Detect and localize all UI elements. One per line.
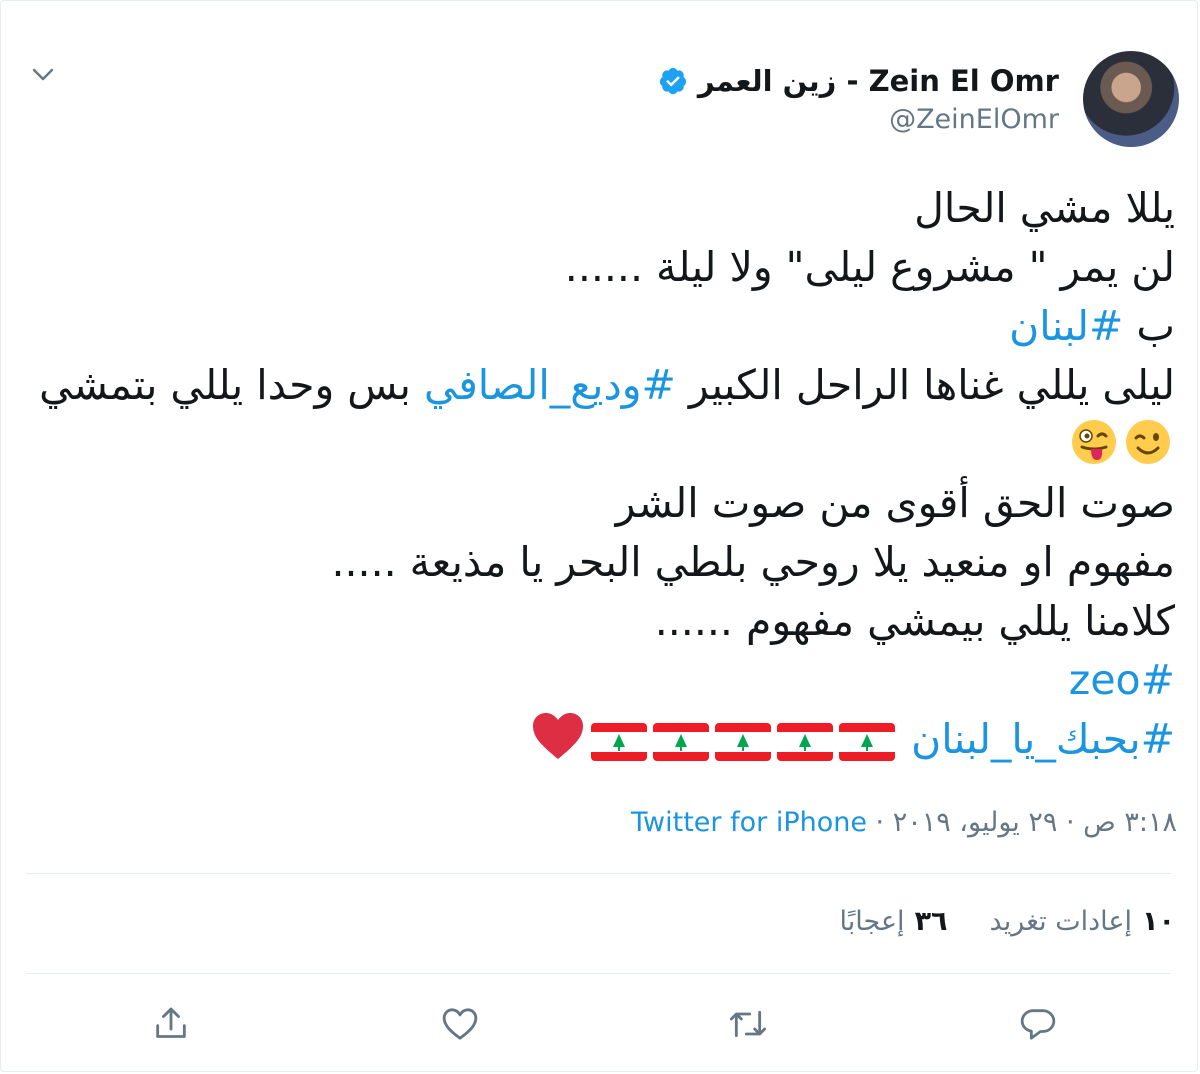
lebanon-flag-icon [839, 723, 896, 761]
chevron-down-icon[interactable] [29, 61, 57, 89]
lebanon-flag-icon [653, 723, 710, 761]
tweet-text-fragment: ليلى يللي غناها الراحل الكبير [688, 361, 1175, 409]
lebanon-flag-icon [591, 723, 648, 761]
tweet-line: #بحبك_يا_لبنان [25, 710, 1175, 769]
share-button[interactable] [146, 999, 196, 1049]
tweet-line: كلامنا يللي بيمشي مفهوم ...... [654, 597, 1175, 645]
reply-button[interactable] [1013, 999, 1063, 1049]
tweet-header: زين العمر - Zein El Omr @ZeinElOmr [658, 51, 1179, 147]
divider [27, 973, 1171, 974]
like-button[interactable] [435, 999, 485, 1049]
lebanon-flag-icons [588, 715, 898, 763]
tweet-line: يللا مشي الحال [914, 184, 1175, 232]
hashtag-link[interactable]: #لبنان [1009, 302, 1123, 350]
tweet-text: يللا مشي الحال لن يمر " مشروع ليلى" ولا … [25, 179, 1175, 769]
share-icon [156, 1007, 186, 1038]
tweet-card: زين العمر - Zein El Omr @ZeinElOmr يللا … [0, 0, 1198, 1072]
tweet-source-link[interactable]: Twitter for iPhone [631, 807, 867, 838]
likes-count: ٣٦ [914, 906, 948, 937]
tweet-line: ليلى يللي غناها الراحل الكبير #وديع_الصا… [25, 356, 1175, 474]
lebanon-flag-icon [715, 723, 772, 761]
heart-icon [442, 1008, 478, 1040]
tweet-line: لن يمر " مشروع ليلى" ولا ليلة ...... [564, 243, 1175, 291]
winking-face-icon [1126, 420, 1170, 464]
tweet-meta: ٣:١٨ ص · ٢٩ يوليو، ٢٠١٩ · Twitter for iP… [631, 807, 1177, 838]
tweet-line: مفهوم او منعيد يلا روحي بلطي البحر يا مذ… [331, 538, 1175, 586]
tweet-line: #zeo [25, 651, 1175, 710]
user-handle[interactable]: @ZeinElOmr [889, 104, 1059, 135]
likes-stat[interactable]: ٣٦ إعجابًا [840, 906, 948, 937]
hashtag-link[interactable]: #وديع_الصافي [424, 361, 676, 409]
divider [27, 873, 1171, 874]
retweets-count: ١٠ [1142, 906, 1175, 937]
tongue-wink-face-icon [1072, 420, 1116, 464]
reply-icon [1020, 1009, 1056, 1040]
likes-label: إعجابًا [839, 906, 905, 937]
tweet-line: صوت الحق أقوى من صوت الشر [615, 479, 1175, 527]
tweet-line: ب #لبنان [25, 297, 1175, 356]
tweet-timestamp[interactable]: ٣:١٨ ص · ٢٩ يوليو، ٢٠١٩ · [867, 807, 1177, 838]
avatar[interactable] [1083, 51, 1179, 147]
tweet-text-fragment: بس وحدا يللي بتمشي [39, 361, 411, 409]
hashtag-link[interactable]: #بحبك_يا_لبنان [911, 715, 1175, 763]
display-name-row[interactable]: زين العمر - Zein El Omr [658, 64, 1059, 98]
verified-badge-icon [659, 67, 687, 94]
tweet-actions [1, 999, 1200, 1049]
red-heart-icon [533, 713, 584, 759]
retweet-icon [729, 1010, 767, 1038]
lebanon-flag-icon [777, 723, 834, 761]
tweet-text-fragment: ب [1136, 302, 1175, 350]
user-names: زين العمر - Zein El Omr @ZeinElOmr [658, 64, 1059, 135]
retweets-stat[interactable]: ١٠ إعادات تغريد [990, 906, 1175, 937]
retweet-button[interactable] [723, 999, 773, 1049]
hashtag-link[interactable]: #zeo [1069, 656, 1175, 704]
retweets-label: إعادات تغريد [989, 906, 1133, 937]
tweet-stats: ١٠ إعادات تغريد ٣٦ إعجابًا [840, 906, 1175, 937]
display-name[interactable]: زين العمر - Zein El Omr [698, 64, 1059, 98]
